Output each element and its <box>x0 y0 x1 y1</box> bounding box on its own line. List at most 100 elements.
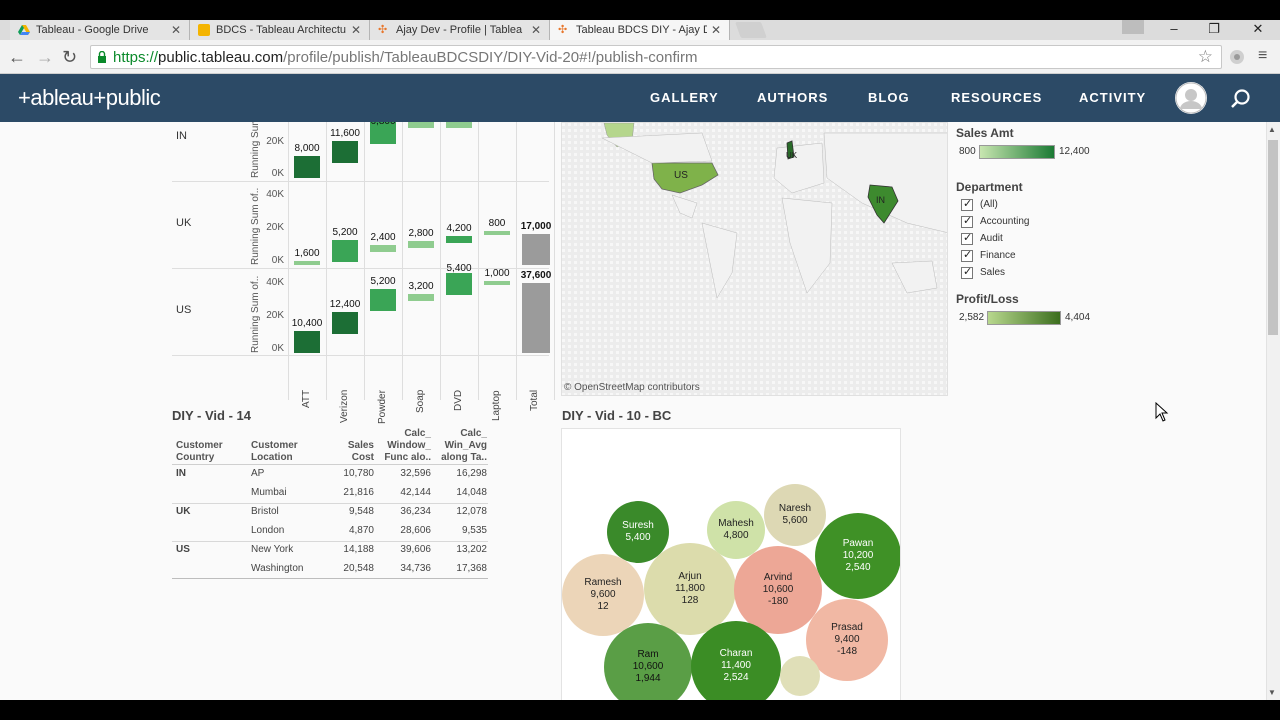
nav-blog[interactable]: BLOG <box>868 90 910 105</box>
reload-icon[interactable]: ↻ <box>62 47 77 67</box>
bar-uk-dvd[interactable] <box>446 235 472 243</box>
table-row-divider <box>172 503 488 504</box>
bar-in-att[interactable] <box>294 156 320 178</box>
user-avatar-icon[interactable] <box>1175 82 1207 114</box>
bubble-unlabeled[interactable] <box>780 656 820 696</box>
table-column-header-line: Win_Avg <box>444 440 487 451</box>
nav-authors[interactable]: AUTHORS <box>757 90 828 105</box>
running-sum-bar-chart[interactable]: IN Running Sum 20K 0K 8,000 11,600 6,800 UK Runn… <box>0 122 555 424</box>
url-input[interactable]: https://public.tableau.com/profile/publi… <box>90 45 1222 69</box>
table-column-header[interactable]: Calc_ Window_ Func alo.. <box>375 428 431 464</box>
table-cell-location: Mumbai <box>251 487 287 498</box>
nav-activity[interactable]: ACTIVITY <box>1079 90 1146 105</box>
chrome-menu-icon[interactable]: ≡ <box>1258 46 1267 66</box>
bubble-arjun[interactable]: Arjun 11,800 128 <box>644 543 736 635</box>
table-column-header-line: Window_ <box>387 440 431 451</box>
bubble-ramesh[interactable]: Ramesh 9,600 12 <box>562 554 644 636</box>
nav-gallery[interactable]: GALLERY <box>650 90 719 105</box>
table-column-header[interactable]: Sales Cost <box>318 440 374 464</box>
bubble-naresh[interactable]: Naresh 5,600 <box>764 484 826 546</box>
bubble-arvind[interactable]: Arvind 10,600 -180 <box>734 546 822 634</box>
bubble-name: Arjun <box>678 571 702 582</box>
mouse-cursor-icon <box>1155 402 1169 422</box>
table-column-header[interactable]: Customer Location <box>251 440 321 464</box>
world-map[interactable]: US UK IN © OpenStreetMap contributors <box>561 122 948 396</box>
bubble-value: 5,600 <box>782 515 808 526</box>
scroll-up-arrow-icon[interactable]: ▲ <box>1268 125 1276 134</box>
map-attribution: © OpenStreetMap contributors <box>564 382 700 393</box>
bar-us-laptop[interactable] <box>484 281 510 286</box>
bar-in-verizon[interactable] <box>332 141 358 164</box>
tableau-public-logo[interactable]: +ableau+public <box>18 85 161 111</box>
bubble-value: 2,524 <box>723 672 749 683</box>
bar-uk-laptop[interactable] <box>484 231 510 236</box>
bar-us-dvd[interactable] <box>446 273 472 296</box>
close-tab-icon[interactable]: ✕ <box>531 23 541 37</box>
bar-in-dvd[interactable] <box>446 122 472 128</box>
page-scrollbar-thumb[interactable] <box>1268 140 1278 335</box>
address-bar: ← → ↻ https://public.tableau.com/profile… <box>0 40 1280 74</box>
tableau-public-header: +ableau+public GALLERY AUTHORS BLOG RESO… <box>0 74 1280 122</box>
department-checkbox[interactable] <box>961 231 973 245</box>
bar-us-total[interactable] <box>522 283 550 353</box>
extension-icon[interactable] <box>1228 48 1246 66</box>
browser-tab-profile[interactable]: ✣ Ajay Dev - Profile | Tablea ✕ <box>370 20 550 40</box>
y-axis-title: Running Sum of.. <box>250 275 261 353</box>
browser-tab-google-drive[interactable]: Tableau - Google Drive ✕ <box>10 20 190 40</box>
chart-gridline-v <box>364 122 365 400</box>
close-tab-icon[interactable]: ✕ <box>351 23 361 37</box>
bar-uk-powder[interactable] <box>370 245 396 253</box>
search-icon[interactable] <box>1230 88 1252 110</box>
department-option-label: Audit <box>980 233 1003 244</box>
bubble-pawan[interactable]: Pawan 10,200 2,540 <box>815 513 900 599</box>
chrome-profile-icon[interactable] <box>1122 20 1144 34</box>
bar-uk-total[interactable] <box>522 233 550 265</box>
browser-tab-bar: Tableau - Google Drive ✕ BDCS - Tableau … <box>0 0 1280 40</box>
bar-in-soap[interactable] <box>408 122 434 128</box>
bar-uk-verizon[interactable] <box>332 240 358 263</box>
viz-content: IN Running Sum 20K 0K 8,000 11,600 6,800 UK Runn… <box>0 122 1266 700</box>
bar-us-verizon[interactable] <box>332 311 358 334</box>
close-window-button[interactable]: ✕ <box>1244 20 1272 38</box>
table-column-header[interactable]: Calc_ Win_Avg along Ta.. <box>431 428 487 464</box>
bar-data-label: 5,400 <box>446 263 472 274</box>
legend-profit-loss-title: Profit/Loss <box>956 292 1019 306</box>
table-column-header[interactable]: Customer Country <box>176 440 246 464</box>
bar-us-powder[interactable] <box>370 288 396 311</box>
bar-us-att[interactable] <box>294 331 320 353</box>
forward-arrow-icon[interactable]: → <box>36 47 54 67</box>
scroll-down-arrow-icon[interactable]: ▼ <box>1268 688 1276 697</box>
table-cell-location: Bristol <box>251 506 279 517</box>
department-checkbox[interactable] <box>961 214 973 228</box>
row-country-us: US <box>176 304 192 316</box>
new-tab-button[interactable] <box>735 22 767 38</box>
table-cell-win-avg: 12,078 <box>456 506 487 517</box>
y-tick-label: 0K <box>271 343 284 354</box>
row-country-uk: UK <box>176 217 192 229</box>
department-checkbox[interactable] <box>961 265 973 279</box>
minimize-button[interactable]: – <box>1160 20 1188 38</box>
department-option-label: Sales <box>980 267 1006 278</box>
bubble-sheet-title: DIY - Vid - 10 - BC <box>562 408 672 423</box>
close-tab-icon[interactable]: ✕ <box>171 23 181 37</box>
bubble-ram[interactable]: Ram 10,600 1,944 <box>604 623 692 700</box>
nav-resources[interactable]: RESOURCES <box>951 90 1042 105</box>
chart-gridline-v <box>288 122 289 400</box>
browser-tab-bdcs[interactable]: BDCS - Tableau Architectu ✕ <box>190 20 370 40</box>
screen: Tableau - Google Drive ✕ BDCS - Tableau … <box>0 0 1280 720</box>
department-checkbox[interactable] <box>961 197 973 211</box>
bookmark-star-icon[interactable]: ☆ <box>1198 47 1213 67</box>
back-arrow-icon[interactable]: ← <box>8 47 26 67</box>
bubble-name: Suresh <box>622 520 654 531</box>
bar-uk-soap[interactable] <box>408 240 434 248</box>
y-tick-label: 40K <box>266 189 284 200</box>
department-checkbox[interactable] <box>961 248 973 262</box>
bar-data-label: 11,600 <box>330 128 360 140</box>
bubble-chart[interactable]: Suresh 5,400 Mahesh 4,800 Naresh 5,600 Pawan 10… <box>561 428 901 700</box>
bar-uk-att[interactable] <box>294 261 320 265</box>
browser-tab-bdcs-diy[interactable]: ✣ Tableau BDCS DIY - Ajay D ✕ <box>550 20 730 40</box>
bar-us-soap[interactable] <box>408 294 434 302</box>
restore-button[interactable]: ❐ <box>1200 20 1228 38</box>
bubble-name: Prasad <box>831 622 863 633</box>
close-tab-icon[interactable]: ✕ <box>711 23 721 37</box>
